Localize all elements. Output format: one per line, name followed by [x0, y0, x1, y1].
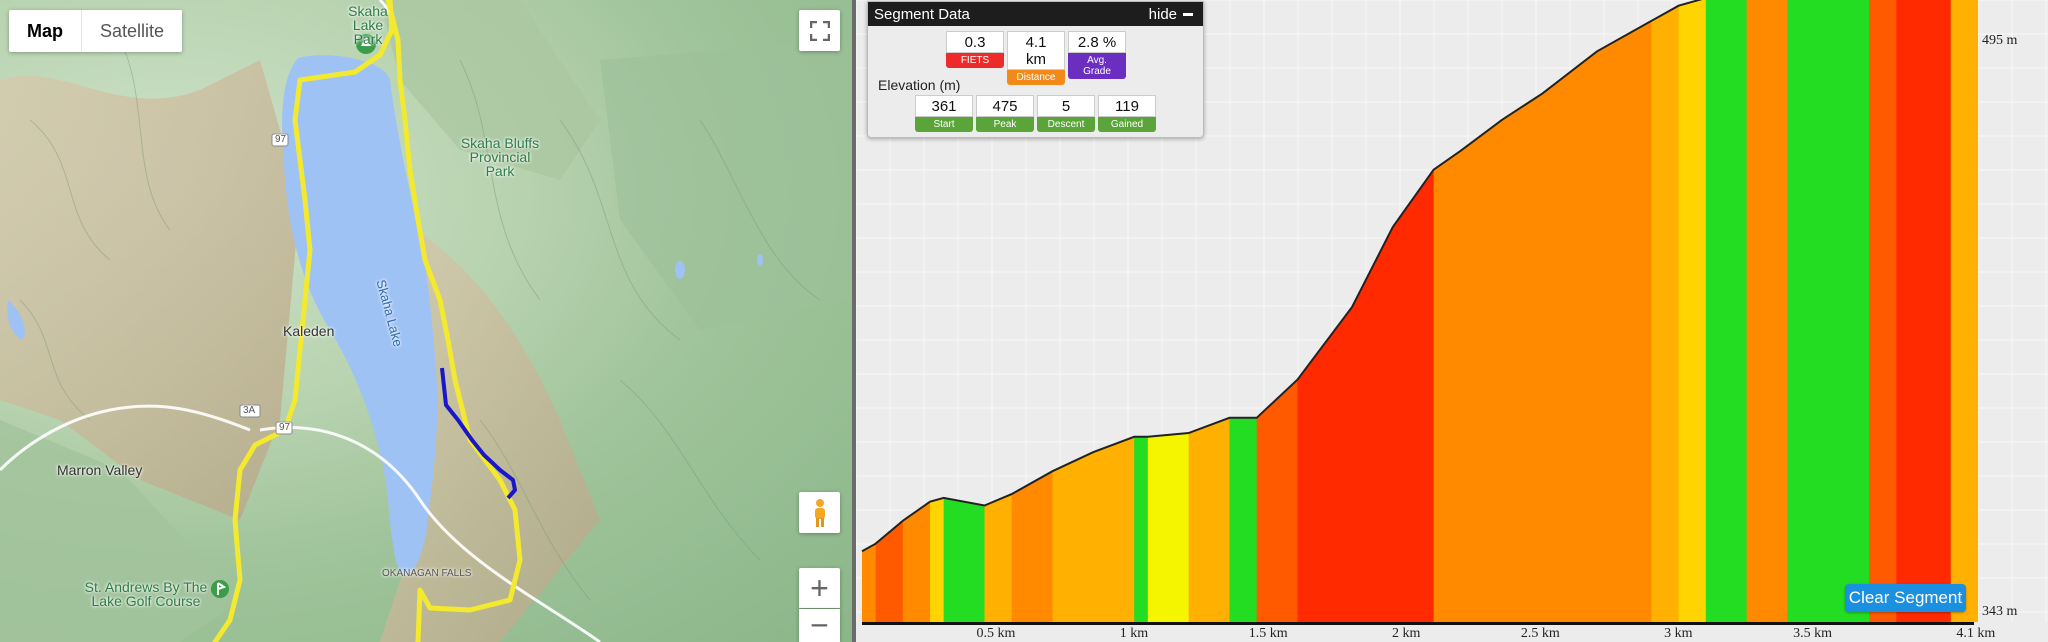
x-axis: [862, 622, 1974, 625]
grade-band: [1256, 0, 1299, 622]
x-tick-label: 1 km: [1119, 626, 1149, 641]
grade-band: [1923, 0, 1952, 622]
fullscreen-icon: [809, 20, 830, 41]
elevation-stat-value: 475: [976, 95, 1034, 117]
skaha-lake-park-label: Skaha Lake Park: [348, 3, 388, 47]
elevation-stats: 361 Start 475 Peak 5 Descent 119 Gained: [915, 95, 1156, 132]
grade-band: [1392, 0, 1435, 622]
elevation-stat-tag: Peak: [976, 117, 1034, 132]
elevation-stat: 361 Start: [915, 95, 973, 132]
elevation-stat: 5 Descent: [1037, 95, 1095, 132]
map-pane[interactable]: Skaha Lake Park Skaha Bluffs Provincial …: [0, 0, 852, 642]
x-tick-label: 2.5 km: [1520, 626, 1560, 641]
zoom-in-button[interactable]: +: [799, 568, 840, 608]
summary-stat-tag: Distance: [1007, 70, 1065, 85]
summary-stat-tag: Avg. Grade: [1068, 53, 1126, 79]
x-tick-label: 3 km: [1664, 626, 1693, 641]
summary-stat-value: 4.1 km: [1007, 31, 1065, 70]
grade-band: [1433, 0, 1462, 622]
zoom-out-button[interactable]: −: [799, 607, 840, 642]
kaleden-label: Kaleden: [283, 323, 335, 339]
y-max-label: 495 m: [1982, 33, 2018, 48]
hide-button[interactable]: hide: [1149, 6, 1193, 23]
grade-band: [1746, 0, 1789, 622]
elevation-stat-value: 119: [1098, 95, 1156, 117]
minus-icon: [1183, 12, 1193, 16]
hwy-97-shield-bottom: 97: [279, 422, 291, 433]
segment-panel-header: Segment Data hide: [868, 2, 1203, 26]
grade-band: [1596, 0, 1652, 622]
okanagan-falls-label: OKANAGAN FALLS: [382, 568, 472, 579]
summary-stat-value: 0.3: [946, 31, 1004, 53]
elevation-stat-value: 5: [1037, 95, 1095, 117]
summary-stat-tag: FIETS: [946, 53, 1004, 68]
terrain-layer: [0, 0, 852, 642]
x-tick-label: 4.1 km: [1956, 626, 1996, 641]
elevation-stat-tag: Start: [915, 117, 973, 132]
x-tick-label: 3.5 km: [1793, 626, 1832, 641]
elevation-stat-tag: Gained: [1098, 117, 1156, 132]
map-type-map-button[interactable]: Map: [9, 10, 82, 52]
grade-band: [1950, 0, 1978, 622]
x-tick-label: 2 km: [1391, 626, 1421, 641]
summary-stat: 2.8 % Avg. Grade: [1068, 31, 1126, 85]
grade-band: [1542, 0, 1598, 622]
clear-segment-button[interactable]: Clear Segment: [1845, 584, 1966, 612]
segment-title: Segment Data: [874, 5, 970, 23]
elevation-section-title: Elevation (m): [878, 77, 961, 93]
pegman-icon: [814, 498, 825, 527]
street-view-button[interactable]: [799, 492, 840, 533]
x-tick-label: 0.5 km: [976, 626, 1016, 641]
marron-valley-label: Marron Valley: [57, 462, 143, 478]
elevation-stat-tag: Descent: [1037, 117, 1095, 132]
grade-band: [1351, 0, 1394, 622]
x-tick-label: 1.5 km: [1248, 626, 1288, 641]
grade-band: [1229, 0, 1258, 622]
map-type-satellite-button[interactable]: Satellite: [82, 10, 182, 52]
segment-data-panel: Segment Data hide 0.3 FIETS 4.1 km Distance…: [867, 1, 1204, 138]
y-min-label: 343 m: [1982, 604, 2018, 619]
skaha-bluffs-label: Skaha Bluffs Provincial Park: [460, 135, 540, 179]
summary-stats: 0.3 FIETS 4.1 km Distance 2.8 % Avg. Grade: [946, 31, 1126, 85]
st-andrews-label: St. Andrews By The Lake Golf Course: [84, 579, 208, 609]
grade-band: [1705, 0, 1748, 622]
hwy-3a-shield: 3A: [243, 405, 256, 416]
hide-label: hide: [1148, 5, 1177, 23]
summary-stat-value: 2.8 %: [1068, 31, 1126, 53]
summary-stat: 4.1 km Distance: [1007, 31, 1065, 85]
grade-band: [1896, 0, 1925, 622]
elevation-stat-value: 361: [915, 95, 973, 117]
elevation-stat: 475 Peak: [976, 95, 1034, 132]
fullscreen-button[interactable]: [799, 10, 840, 51]
elevation-stat: 119 Gained: [1098, 95, 1156, 132]
grade-band: [1297, 0, 1353, 622]
grade-band: [1828, 0, 1870, 622]
grade-band: [1869, 0, 1897, 622]
grade-band: [1501, 0, 1544, 622]
grade-band: [1651, 0, 1680, 622]
hwy-97-shield-top: 97: [275, 134, 287, 145]
map-type-toggle: Map Satellite: [9, 10, 183, 52]
grade-band: [1460, 0, 1503, 622]
grade-band: [1678, 0, 1707, 622]
grade-band: [1787, 0, 1829, 622]
